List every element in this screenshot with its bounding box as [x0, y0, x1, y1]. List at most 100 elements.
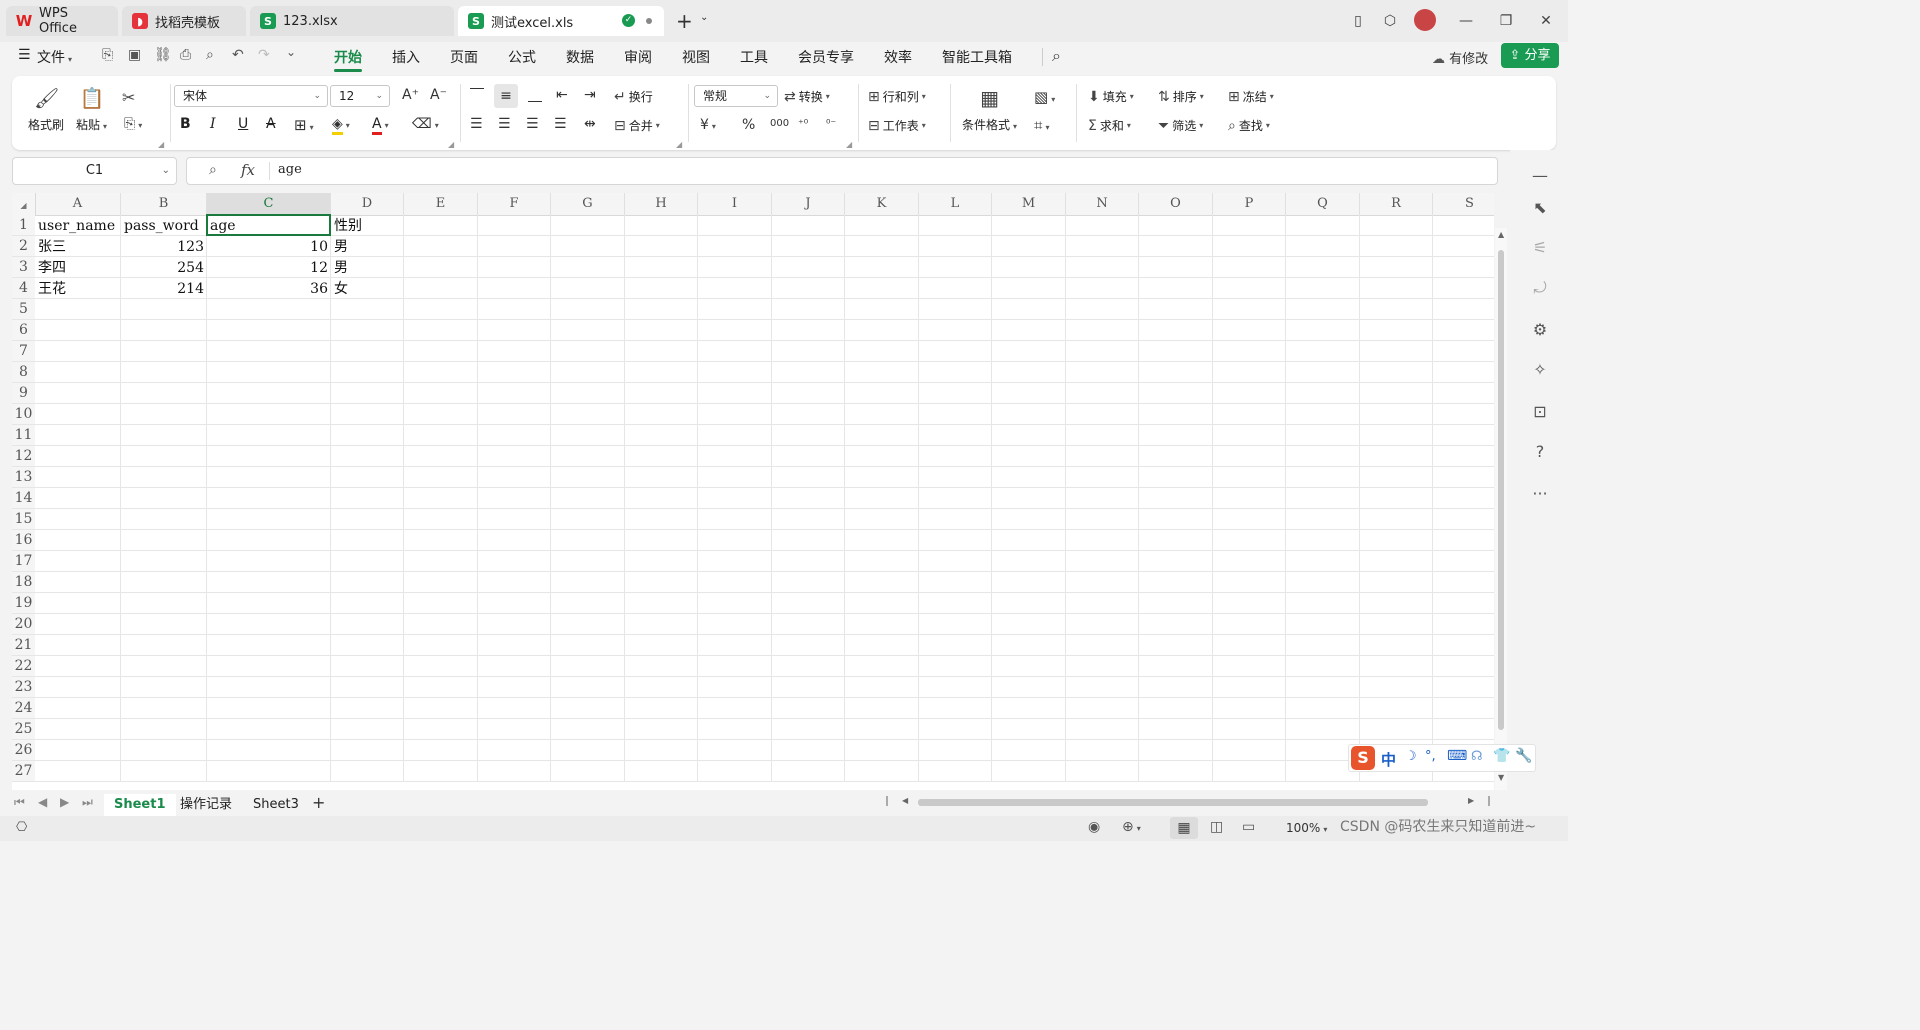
- align-left-icon[interactable]: ☰: [470, 116, 483, 132]
- row-header-12[interactable]: 12: [12, 446, 35, 467]
- fx-button[interactable]: fx: [241, 161, 255, 179]
- menu-view[interactable]: 视图: [682, 47, 710, 67]
- table-style-icon[interactable]: ⌗ ▾: [1034, 116, 1049, 134]
- column-header-j[interactable]: J: [772, 193, 845, 215]
- conditional-format-button[interactable]: ▦ 条件格式 ▾: [962, 86, 1017, 133]
- name-box[interactable]: C1 ⌄: [12, 157, 177, 185]
- first-sheet-icon[interactable]: ⏮: [14, 795, 25, 810]
- column-header-c[interactable]: C: [207, 193, 331, 215]
- formula-content[interactable]: age: [278, 162, 302, 177]
- search-icon[interactable]: ⌕: [1052, 46, 1061, 66]
- tab-list-chevron-icon[interactable]: ⌄: [700, 12, 708, 23]
- column-header-o[interactable]: O: [1139, 193, 1213, 215]
- ime-mode[interactable]: 中: [1381, 749, 1396, 770]
- cell-b2[interactable]: 123: [121, 236, 207, 257]
- voice-icon[interactable]: ☊: [1471, 749, 1483, 764]
- fill-color-icon[interactable]: ◈ ▾: [332, 116, 350, 135]
- horizontal-scroll-thumb[interactable]: [918, 799, 1428, 806]
- modified-indicator[interactable]: ☁ 有修改: [1432, 48, 1488, 67]
- decrease-decimal-icon[interactable]: ⁰⁻: [826, 117, 836, 130]
- vertical-scrollbar[interactable]: ▲ ▼: [1495, 228, 1507, 790]
- convert-button[interactable]: ⇄ 转换 ▾: [784, 88, 830, 105]
- tab-close-dot-icon[interactable]: [646, 18, 652, 24]
- save-as-icon[interactable]: ⎘: [102, 47, 113, 63]
- row-header-18[interactable]: 18: [12, 572, 35, 593]
- alignment-expand-icon[interactable]: ◢: [676, 140, 682, 149]
- cell-d4[interactable]: 女: [331, 278, 404, 299]
- find-button[interactable]: ⌕ 查找 ▾: [1228, 117, 1270, 134]
- column-header-i[interactable]: I: [698, 193, 772, 215]
- focus-mode-icon[interactable]: ⊕ ▾: [1122, 819, 1141, 835]
- row-header-14[interactable]: 14: [12, 488, 35, 509]
- select-cursor-icon[interactable]: ⬉: [1530, 198, 1550, 218]
- column-header-f[interactable]: F: [478, 193, 551, 215]
- copy-icon[interactable]: ⎘ ▾: [124, 116, 142, 132]
- share-button[interactable]: ⇪ 分享: [1501, 43, 1559, 68]
- menu-smart-toolbox[interactable]: 智能工具箱: [942, 47, 1012, 67]
- menu-insert[interactable]: 插入: [392, 47, 420, 67]
- punctuation-icon[interactable]: °,: [1425, 749, 1436, 764]
- more-quick-chevron-icon[interactable]: ⌄: [286, 45, 296, 59]
- scroll-split-handle[interactable]: [1488, 796, 1490, 806]
- vertical-scroll-thumb[interactable]: [1498, 250, 1504, 730]
- column-header-b[interactable]: B: [121, 193, 207, 215]
- cell-a1[interactable]: user_name: [35, 215, 121, 236]
- merge-cells-button[interactable]: ⊟ 合并 ▾: [614, 117, 660, 134]
- zoom-formula-icon[interactable]: ⌕: [209, 162, 217, 178]
- row-header-19[interactable]: 19: [12, 593, 35, 614]
- link-icon[interactable]: ⛓: [154, 47, 172, 63]
- row-header-5[interactable]: 5: [12, 299, 35, 320]
- sheet-tab-operation-log[interactable]: 操作记录: [170, 794, 242, 816]
- tab-123-xlsx[interactable]: S 123.xlsx: [250, 6, 454, 36]
- font-shrink-icon[interactable]: A⁻: [430, 87, 447, 103]
- row-header-7[interactable]: 7: [12, 341, 35, 362]
- restore-icon[interactable]: ❐: [1494, 10, 1518, 32]
- borders-icon[interactable]: ⊞ ▾: [294, 116, 314, 134]
- add-sheet-button[interactable]: +: [312, 793, 325, 812]
- cell-a4[interactable]: 王花: [35, 278, 121, 299]
- fill-button[interactable]: ⬇ 填充 ▾: [1088, 88, 1134, 105]
- keyboard-icon[interactable]: ⌨: [1447, 748, 1467, 764]
- page-layout-view-icon[interactable]: ◫: [1210, 819, 1223, 835]
- cell-d2[interactable]: 男: [331, 236, 404, 257]
- more-icon[interactable]: ···: [1530, 484, 1550, 504]
- row-header-15[interactable]: 15: [12, 509, 35, 530]
- wrap-text-button[interactable]: ↵ 换行: [614, 88, 653, 105]
- row-header-10[interactable]: 10: [12, 404, 35, 425]
- wrench-icon[interactable]: 🔧: [1515, 748, 1532, 764]
- avatar[interactable]: [1414, 9, 1436, 31]
- cell-c2[interactable]: 10: [207, 236, 331, 257]
- row-header-11[interactable]: 11: [12, 425, 35, 446]
- menu-member[interactable]: 会员专享: [798, 47, 854, 67]
- cell-c4[interactable]: 36: [207, 278, 331, 299]
- cube-icon[interactable]: ⬡: [1378, 10, 1402, 32]
- adjust-icon[interactable]: ⚟: [1530, 238, 1550, 258]
- cell-d3[interactable]: 男: [331, 257, 404, 278]
- normal-view-icon[interactable]: ▦: [1170, 817, 1198, 839]
- font-expand-icon[interactable]: ◢: [448, 140, 454, 149]
- menu-home[interactable]: 开始: [334, 47, 362, 67]
- scroll-left-icon[interactable]: ◀: [902, 796, 908, 805]
- row-header-8[interactable]: 8: [12, 362, 35, 383]
- row-header-6[interactable]: 6: [12, 320, 35, 341]
- skin-icon[interactable]: 👕: [1493, 748, 1510, 764]
- next-sheet-icon[interactable]: ▶: [60, 795, 69, 809]
- column-header-q[interactable]: Q: [1286, 193, 1360, 215]
- sort-button[interactable]: ⇅ 排序 ▾: [1158, 88, 1204, 105]
- column-header-e[interactable]: E: [404, 193, 478, 215]
- align-bottom-icon[interactable]: ⎽: [528, 87, 542, 103]
- cell-c3[interactable]: 12: [207, 257, 331, 278]
- font-size-select[interactable]: 12 ⌄: [330, 85, 390, 107]
- row-header-23[interactable]: 23: [12, 677, 35, 698]
- worksheet-button[interactable]: ⊟ 工作表 ▾: [868, 117, 926, 134]
- selected-cell[interactable]: [206, 214, 331, 236]
- row-header-20[interactable]: 20: [12, 614, 35, 635]
- save-icon[interactable]: ▣: [128, 47, 141, 63]
- distribute-icon[interactable]: ⇹: [584, 116, 596, 132]
- menu-tools[interactable]: 工具: [740, 47, 768, 67]
- cell-a2[interactable]: 张三: [35, 236, 121, 257]
- file-menu[interactable]: 文件 ▾: [37, 47, 72, 67]
- format-painter-button[interactable]: 🖌 格式刷: [28, 86, 64, 133]
- tab-docer-templates[interactable]: ◗ 找稻壳模板: [122, 6, 246, 36]
- row-header-1[interactable]: 1: [12, 215, 35, 236]
